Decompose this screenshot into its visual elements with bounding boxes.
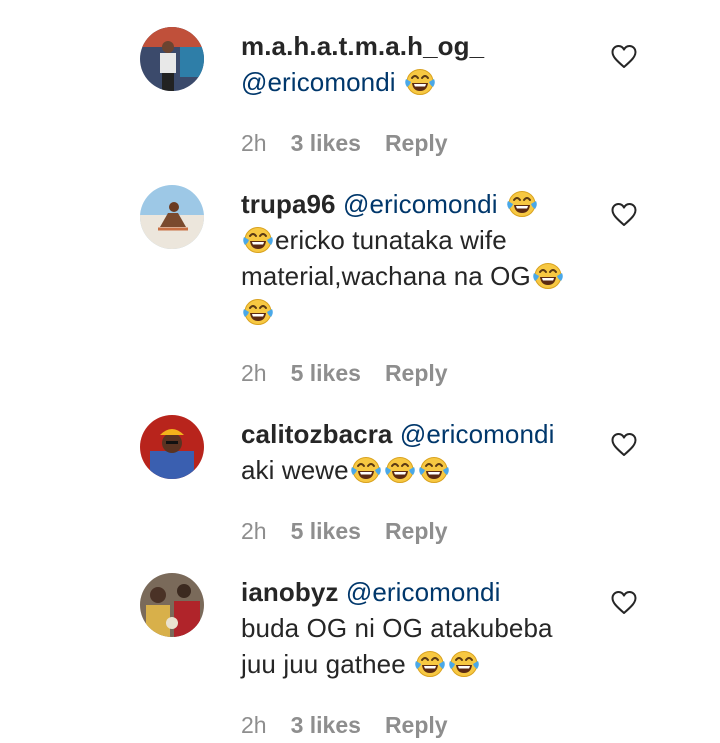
avatar[interactable] <box>140 415 204 479</box>
comment-text: ericko tunataka wife <box>275 225 507 255</box>
avatar[interactable] <box>140 27 204 91</box>
like-heart-icon[interactable] <box>611 44 637 70</box>
comment-text: material,wachana na OG <box>241 261 531 291</box>
mention-link[interactable]: @ericomondi <box>343 189 498 219</box>
comment-time: 2h <box>241 712 267 738</box>
like-count[interactable]: 5 likes <box>291 358 361 388</box>
like-heart-icon[interactable] <box>611 590 637 616</box>
mention-link[interactable]: @ericomondi <box>241 67 396 97</box>
joy-emoji-icon <box>242 225 274 255</box>
joy-emoji-icon <box>414 649 446 679</box>
like-count[interactable]: 5 likes <box>291 516 361 546</box>
mention-link[interactable]: @ericomondi <box>346 577 501 607</box>
reply-button[interactable]: Reply <box>385 128 448 158</box>
comment-text: buda OG ni OG atakubeba <box>241 613 553 643</box>
comment-time: 2h <box>241 360 267 386</box>
joy-emoji-icon <box>350 455 382 485</box>
like-heart-icon[interactable] <box>611 202 637 228</box>
username[interactable]: m.a.h.a.t.m.a.h_og_ <box>241 31 484 61</box>
mention-link[interactable]: @ericomondi <box>400 419 555 449</box>
comment-text: juu juu gathee <box>241 649 406 679</box>
joy-emoji-icon <box>448 649 480 679</box>
joy-emoji-icon <box>242 297 274 327</box>
like-heart-icon[interactable] <box>611 432 637 458</box>
username[interactable]: ianobyz <box>241 577 339 607</box>
avatar[interactable] <box>140 185 204 249</box>
joy-emoji-icon <box>404 67 436 97</box>
reply-button[interactable]: Reply <box>385 710 448 740</box>
comment-time: 2h <box>241 518 267 544</box>
joy-emoji-icon <box>532 261 564 291</box>
like-count[interactable]: 3 likes <box>291 128 361 158</box>
comment-text: aki wewe <box>241 455 349 485</box>
avatar[interactable] <box>140 573 204 637</box>
joy-emoji-icon <box>384 455 416 485</box>
reply-button[interactable]: Reply <box>385 358 448 388</box>
joy-emoji-icon <box>418 455 450 485</box>
joy-emoji-icon <box>506 189 538 219</box>
like-count[interactable]: 3 likes <box>291 710 361 740</box>
username[interactable]: trupa96 <box>241 189 336 219</box>
reply-button[interactable]: Reply <box>385 516 448 546</box>
comment-time: 2h <box>241 130 267 156</box>
username[interactable]: calitozbacra <box>241 419 393 449</box>
